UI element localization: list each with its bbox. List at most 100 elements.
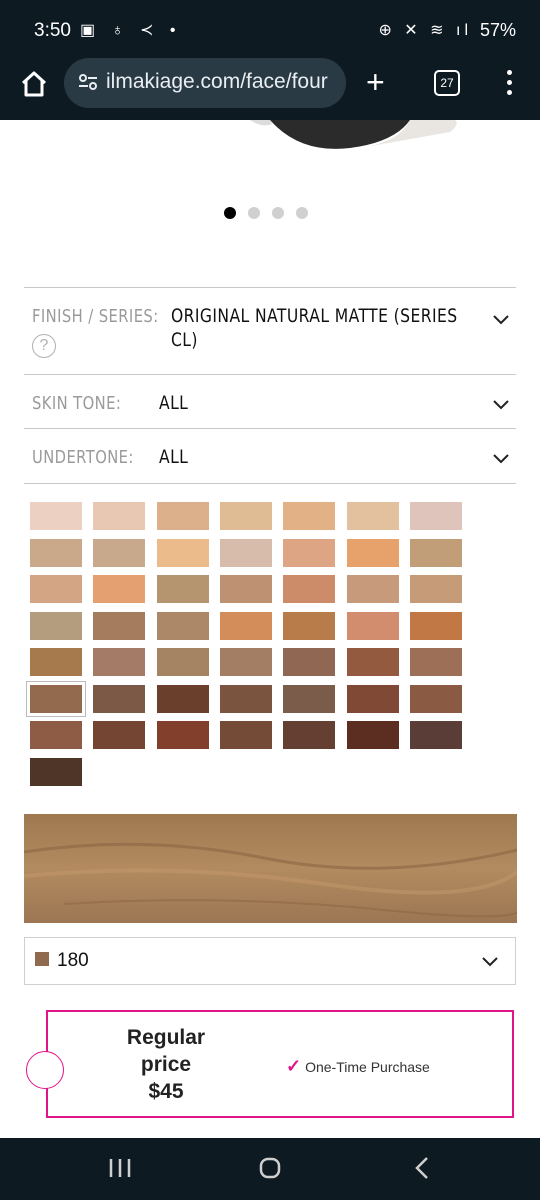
shade-swatch[interactable]: [283, 538, 336, 567]
url-text[interactable]: ilmakiage.com/face/four: [106, 70, 336, 94]
carousel-dot[interactable]: [296, 207, 308, 219]
shade-swatch[interactable]: [30, 575, 82, 603]
shade-swatch[interactable]: [409, 538, 462, 567]
shade-swatch[interactable]: [219, 611, 272, 640]
shade-swatch[interactable]: [30, 611, 82, 640]
shade-swatch[interactable]: [26, 680, 86, 717]
shade-swatch[interactable]: [346, 648, 399, 676]
product-image: [250, 120, 457, 149]
price-value: $45: [148, 1080, 184, 1103]
recent-apps-icon[interactable]: [108, 1154, 132, 1182]
shade-swatch[interactable]: [219, 648, 272, 676]
android-nav-bar: [0, 1138, 540, 1200]
carousel-dot[interactable]: [224, 207, 236, 219]
shade-swatch[interactable]: [30, 502, 82, 530]
shade-color-chip: [35, 952, 49, 966]
shade-swatch[interactable]: [219, 684, 272, 713]
shade-swatch[interactable]: [156, 502, 209, 530]
shade-dropdown[interactable]: 180: [24, 937, 516, 985]
shade-swatch[interactable]: [346, 502, 399, 530]
tab-switcher-button[interactable]: 27: [434, 70, 460, 96]
carousel-dot[interactable]: [248, 207, 260, 219]
notification-icons: ▣ ♁ ≺ •: [80, 22, 182, 39]
system-icons: ⊕ ✕ ≋ ıl: [378, 22, 472, 39]
shade-swatch[interactable]: [93, 575, 146, 603]
price-label-line-1: Regular: [126, 1026, 206, 1049]
overflow-menu-icon[interactable]: [500, 66, 518, 100]
shade-swatch[interactable]: [346, 721, 399, 749]
shade-swatch[interactable]: [93, 648, 146, 676]
undertone-filter[interactable]: UNDERTONE: ALL: [24, 428, 516, 484]
shade-texture-image: [24, 814, 517, 923]
check-icon: ✓: [286, 1056, 302, 1076]
shade-swatch[interactable]: [409, 575, 462, 603]
help-icon[interactable]: ?: [32, 334, 56, 358]
shade-swatch[interactable]: [283, 721, 336, 749]
undertone-label: UNDERTONE:: [32, 447, 134, 468]
shade-swatch[interactable]: [346, 611, 399, 640]
shade-swatch[interactable]: [409, 648, 462, 676]
chevron-down-icon[interactable]: [481, 952, 499, 970]
shade-swatch[interactable]: [409, 721, 462, 749]
status-bar: 3:50 ▣ ♁ ≺ • ⊕ ✕ ≋ ıl 57%: [0, 0, 540, 58]
shade-swatch[interactable]: [283, 611, 336, 640]
one-time-purchase-option[interactable]: ✓ One-Time Purchase: [286, 1056, 430, 1077]
shade-number: 180: [57, 950, 89, 971]
shade-swatch[interactable]: [93, 684, 146, 713]
shade-swatch[interactable]: [409, 502, 462, 530]
shade-swatch[interactable]: [219, 721, 272, 749]
shade-swatch[interactable]: [30, 757, 82, 786]
one-time-purchase-label: One-Time Purchase: [305, 1059, 430, 1075]
shade-swatch[interactable]: [283, 575, 336, 603]
shade-swatch[interactable]: [156, 538, 209, 567]
shade-swatch[interactable]: [30, 721, 82, 749]
shade-swatch[interactable]: [93, 502, 146, 530]
address-bar[interactable]: ilmakiage.com/face/four: [64, 58, 346, 108]
chevron-down-icon[interactable]: [492, 310, 510, 328]
site-settings-icon[interactable]: [76, 70, 100, 94]
shade-swatch[interactable]: [219, 538, 272, 567]
carousel-dots[interactable]: [224, 206, 324, 220]
shade-swatch[interactable]: [346, 538, 399, 567]
shade-swatch[interactable]: [219, 575, 272, 603]
back-icon[interactable]: [410, 1154, 434, 1182]
finish-value: ORIGINAL NATURAL MATTE (SERIES CL): [171, 305, 458, 351]
browser-toolbar: ilmakiage.com/face/four + 27: [0, 58, 540, 120]
home-icon[interactable]: [18, 68, 50, 100]
shade-swatch[interactable]: [283, 502, 336, 530]
shade-swatch[interactable]: [156, 721, 209, 749]
shade-swatch[interactable]: [283, 648, 336, 676]
chevron-down-icon[interactable]: [492, 395, 510, 413]
shade-swatch[interactable]: [409, 611, 462, 640]
price-label-line-2: price: [140, 1053, 192, 1076]
shade-swatch[interactable]: [156, 648, 209, 676]
shade-swatch[interactable]: [93, 611, 146, 640]
price-block: Regular price $45: [106, 1024, 226, 1105]
shade-swatch[interactable]: [409, 684, 462, 713]
shade-swatch[interactable]: [156, 684, 209, 713]
status-time: 3:50: [34, 20, 71, 41]
battery-level: 57%: [479, 20, 516, 40]
finish-label: FINISH / SERIES:: [32, 306, 159, 327]
shade-swatch[interactable]: [156, 611, 209, 640]
shade-swatch[interactable]: [219, 502, 272, 530]
shade-swatch[interactable]: [346, 575, 399, 603]
shade-swatch[interactable]: [93, 721, 146, 749]
finish-series-filter[interactable]: FINISH / SERIES: ? ORIGINAL NATURAL MATT…: [24, 287, 516, 375]
skin-tone-label: SKIN TONE:: [32, 393, 122, 414]
shade-swatch[interactable]: [30, 648, 82, 676]
skin-tone-filter[interactable]: SKIN TONE: ALL: [24, 374, 516, 429]
shade-swatch[interactable]: [156, 575, 209, 603]
skin-tone-value: ALL: [159, 392, 189, 414]
carousel-dot[interactable]: [272, 207, 284, 219]
shade-swatch[interactable]: [346, 684, 399, 713]
shade-swatch[interactable]: [283, 684, 336, 713]
home-nav-icon[interactable]: [256, 1154, 284, 1182]
shade-swatch[interactable]: [93, 538, 146, 567]
purchase-radio-button[interactable]: [26, 1051, 64, 1089]
chevron-down-icon[interactable]: [492, 449, 510, 467]
new-tab-icon[interactable]: +: [366, 66, 385, 98]
shade-swatch[interactable]: [30, 538, 82, 567]
purchase-option-card[interactable]: Regular price $45 ✓ One-Time Purchase: [46, 1010, 514, 1118]
undertone-value: ALL: [159, 446, 189, 468]
